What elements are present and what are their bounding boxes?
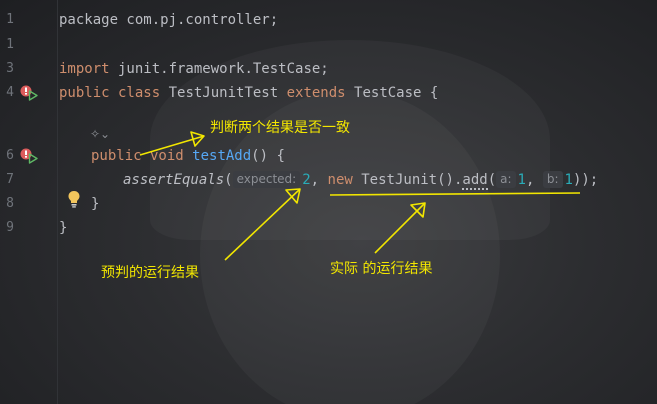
gutter-divider bbox=[57, 0, 58, 404]
code-line-8[interactable]: } bbox=[91, 192, 99, 216]
lightbulb-icon[interactable] bbox=[67, 190, 81, 208]
run-test-icon[interactable] bbox=[28, 153, 38, 164]
code-line-6[interactable]: public void testAdd() { bbox=[91, 144, 285, 168]
import-path: junit.framework.TestCase; bbox=[109, 61, 329, 77]
code-line-7[interactable]: assertEquals(expected: 2, new TestJunit()… bbox=[123, 168, 598, 192]
add-method-call: add bbox=[462, 172, 488, 190]
closing-brace: } bbox=[59, 220, 68, 236]
package-statement: package com.pj.controller; bbox=[59, 12, 279, 28]
expected-value: 2 bbox=[302, 172, 311, 188]
parameter-hint-a: a: bbox=[496, 171, 516, 188]
method-signature: () { bbox=[251, 148, 285, 164]
code-line-1[interactable]: package com.pj.controller; bbox=[59, 8, 278, 32]
annotation-expected: 预判的运行结果 bbox=[101, 265, 199, 281]
line-number: 3 bbox=[6, 61, 14, 76]
keyword-extends: extends bbox=[286, 85, 346, 101]
class-name: TestJunitTest bbox=[160, 85, 287, 101]
arg-b: 1 bbox=[564, 172, 573, 188]
line-number: 1 bbox=[6, 37, 14, 52]
closing-brace: } bbox=[91, 196, 100, 212]
keyword-public-void: public void bbox=[91, 148, 184, 164]
code-line-4[interactable]: public class TestJunitTest extends TestC… bbox=[59, 81, 438, 105]
method-name: testAdd bbox=[192, 148, 252, 164]
paren: ( bbox=[224, 172, 233, 188]
line-number: 4 bbox=[6, 85, 14, 100]
arg-a: 1 bbox=[517, 172, 526, 188]
run-test-icon[interactable] bbox=[28, 90, 38, 101]
constructor-call: TestJunit(). bbox=[352, 172, 463, 188]
line-number: 7 bbox=[6, 172, 14, 187]
code-line-9[interactable]: } bbox=[59, 216, 67, 240]
line-number: 8 bbox=[6, 196, 14, 211]
assert-equals-call: assertEquals bbox=[123, 172, 225, 188]
line-number: 6 bbox=[6, 148, 14, 163]
parameter-hint-b: b: bbox=[542, 171, 563, 188]
annotation-compare: 判断两个结果是否一致 bbox=[210, 120, 350, 136]
keyword-new: new bbox=[327, 172, 353, 188]
keyword-public-class: public class bbox=[59, 85, 161, 101]
comma: , bbox=[525, 172, 543, 188]
parameter-hint-expected: expected: bbox=[232, 171, 301, 188]
annotation-actual: 实际 的运行结果 bbox=[330, 261, 433, 277]
superclass: TestCase { bbox=[345, 85, 439, 101]
line-number: 9 bbox=[6, 220, 14, 235]
comma: , bbox=[310, 172, 328, 188]
keyword-import: import bbox=[59, 61, 110, 77]
line-number: 1 bbox=[6, 12, 14, 27]
closing-parens: )); bbox=[572, 172, 599, 188]
code-line-3[interactable]: import junit.framework.TestCase; bbox=[59, 57, 329, 81]
ai-assistant-icon[interactable]: ✧⌄ bbox=[90, 127, 110, 141]
paren: ( bbox=[487, 172, 497, 188]
code-editor[interactable]: 1 1 3 4 6 7 8 9 package com.pj.controlle… bbox=[0, 0, 657, 404]
